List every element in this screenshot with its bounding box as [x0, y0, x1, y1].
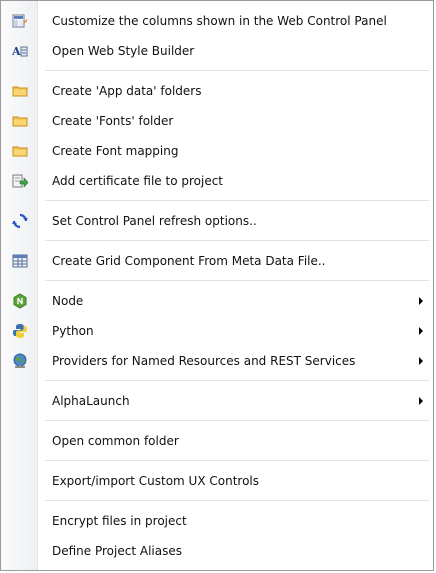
- context-menu: Customize the columns shown in the Web C…: [0, 0, 434, 571]
- menu-item-label: Create Font mapping: [52, 144, 179, 158]
- columns-icon: [12, 13, 28, 29]
- menu-item-label: Define Project Aliases: [52, 544, 182, 558]
- menu-item-label: Open Web Style Builder: [52, 44, 195, 58]
- submenu-arrow-icon: [419, 397, 423, 405]
- menu-item-label: Add certificate file to project: [52, 174, 224, 188]
- menu-item-label: Create 'App data' folders: [52, 84, 202, 98]
- menu-item-create-font-mapping[interactable]: Create Font mapping: [2, 140, 432, 162]
- menu-separator: [45, 380, 429, 381]
- menu-item-label: Export/import Custom UX Controls: [52, 474, 259, 488]
- menu-item-label: Create 'Fonts' folder: [52, 114, 174, 128]
- folder-icon: [12, 83, 28, 99]
- menu-item-create-app-data-folders[interactable]: Create 'App data' folders: [2, 80, 432, 102]
- refresh-icon: [12, 213, 28, 229]
- menu-separator: [45, 500, 429, 501]
- menu-item-python[interactable]: Python: [2, 320, 432, 342]
- menu-item-create-fonts-folder[interactable]: Create 'Fonts' folder: [2, 110, 432, 132]
- menu-item-label: Customize the columns shown in the Web C…: [52, 14, 387, 28]
- folder-icon: [12, 143, 28, 159]
- menu-item-alphalaunch[interactable]: AlphaLaunch: [2, 390, 432, 412]
- submenu-arrow-icon: [419, 357, 423, 365]
- menu-item-export-import-ux-controls[interactable]: Export/import Custom UX Controls: [2, 470, 432, 492]
- menu-item-define-project-aliases[interactable]: Define Project Aliases: [2, 540, 432, 562]
- menu-item-label: Providers for Named Resources and REST S…: [52, 354, 356, 368]
- menu-item-set-refresh-options[interactable]: Set Control Panel refresh options..: [2, 210, 432, 232]
- menu-item-node[interactable]: Node: [2, 290, 432, 312]
- submenu-arrow-icon: [419, 297, 423, 305]
- grid-icon: [12, 253, 28, 269]
- menu-item-open-web-style-builder[interactable]: A Open Web Style Builder: [2, 40, 432, 62]
- menu-item-label: AlphaLaunch: [52, 394, 130, 408]
- menu-item-label: Encrypt files in project: [52, 514, 187, 528]
- menu-item-encrypt-files[interactable]: Encrypt files in project: [2, 510, 432, 532]
- globe-user-icon: [12, 353, 28, 369]
- menu-item-create-grid-component[interactable]: Create Grid Component From Meta Data Fil…: [2, 250, 432, 272]
- certificate-add-icon: [12, 173, 28, 189]
- menu-item-label: Create Grid Component From Meta Data Fil…: [52, 254, 326, 268]
- menu-separator: [45, 460, 429, 461]
- node-icon: [12, 293, 28, 309]
- submenu-arrow-icon: [419, 327, 423, 335]
- menu-item-label: Set Control Panel refresh options..: [52, 214, 257, 228]
- menu-separator: [45, 200, 429, 201]
- menu-item-label: Node: [52, 294, 84, 308]
- style-builder-icon: A: [12, 43, 28, 59]
- menu-separator: [45, 70, 429, 71]
- menu-separator: [45, 240, 429, 241]
- menu-item-open-common-folder[interactable]: Open common folder: [2, 430, 432, 452]
- menu-item-customize-columns[interactable]: Customize the columns shown in the Web C…: [2, 10, 432, 32]
- python-icon: [12, 323, 28, 339]
- svg-text:A: A: [12, 45, 21, 58]
- folder-icon: [12, 113, 28, 129]
- menu-separator: [45, 280, 429, 281]
- menu-item-label: Open common folder: [52, 434, 179, 448]
- menu-item-add-certificate-file[interactable]: Add certificate file to project: [2, 170, 432, 192]
- menu-separator: [45, 420, 429, 421]
- menu-item-label: Python: [52, 324, 94, 338]
- menu-item-providers[interactable]: Providers for Named Resources and REST S…: [2, 350, 432, 372]
